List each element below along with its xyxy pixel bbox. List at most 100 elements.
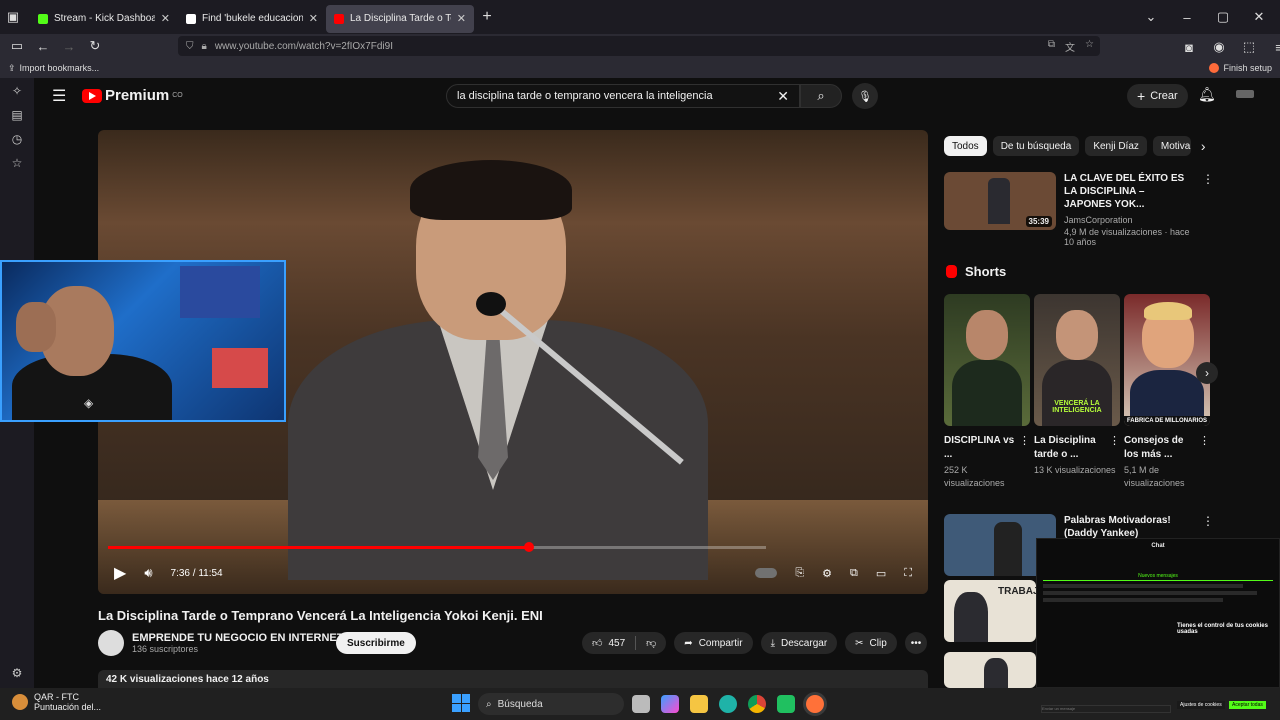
short-item[interactable]: VENCERÁ LA INTELIGENCIA La Disciplina ta… <box>1034 294 1120 477</box>
like-count: 457 <box>608 637 626 649</box>
youtube-logo[interactable]: Premium CO <box>82 87 183 104</box>
bookmarks-icon[interactable]: ☆ <box>12 156 23 170</box>
new-tab-icon[interactable]: + <box>474 4 500 30</box>
clip-button[interactable]: ✂ Clip <box>845 632 897 654</box>
hamburger-menu-icon[interactable]: ☰ <box>52 86 66 106</box>
close-tab-icon[interactable]: ✕ <box>309 12 318 25</box>
fullscreen-icon[interactable]: ⛶ <box>904 567 912 580</box>
search-input[interactable]: la disciplina tarde o temprano vencera l… <box>446 84 800 108</box>
translate-icon[interactable]: 文 <box>1065 39 1075 54</box>
channel-avatar[interactable] <box>98 630 124 656</box>
tab-overview-icon[interactable]: ▣ <box>0 4 26 30</box>
voice-search-button[interactable]: 🎙︎ <box>852 83 878 109</box>
subscribe-button[interactable]: Suscribirme <box>336 632 416 654</box>
notifications-bell-icon[interactable]: 🔔︎ <box>1198 86 1216 103</box>
edge-icon[interactable] <box>719 695 737 713</box>
theater-mode-icon[interactable]: ▭ <box>876 567 886 580</box>
more-vertical-icon[interactable]: ⋮ <box>1109 434 1120 462</box>
search-button[interactable]: ⌕ <box>800 84 842 108</box>
back-icon[interactable]: ← <box>30 33 56 59</box>
forward-icon[interactable]: → <box>56 33 82 59</box>
more-vertical-icon[interactable]: ⋮ <box>1019 434 1030 462</box>
synced-tabs-icon[interactable]: ▤ <box>11 108 22 122</box>
chip-de-tu-busqueda[interactable]: De tu búsqueda <box>992 136 1080 156</box>
account-avatar[interactable] <box>1236 90 1254 98</box>
sidebar-toggle-icon[interactable]: ▭ <box>4 33 30 59</box>
progress-bar[interactable] <box>108 542 766 552</box>
channel-name[interactable]: EMPRENDE TU NEGOCIO EN INTERNET <box>132 632 343 644</box>
reload-icon[interactable]: ↻ <box>82 33 108 59</box>
short-item[interactable]: DISCIPLINA vs ... ⋮ 252 K visualizacione… <box>944 294 1030 490</box>
tab-kick[interactable]: Stream - Kick Dashboard ✕ <box>30 5 178 33</box>
short-thumbnail[interactable] <box>944 294 1030 426</box>
screenshot-icon[interactable]: ◙ <box>1176 34 1202 60</box>
tab-youtube[interactable]: La Disciplina Tarde o Temprano ✕ <box>326 4 474 33</box>
chat-input[interactable]: Enviar un mensaje <box>1041 705 1171 713</box>
download-icon: ⤓ <box>770 637 776 649</box>
recommendation-item[interactable]: 35:39 LA CLAVE DEL ÉXITO ES LA DISCIPLIN… <box>944 172 1214 247</box>
settings-icon[interactable]: ⚙ <box>822 567 832 580</box>
close-tab-icon[interactable]: ✕ <box>457 12 466 25</box>
extensions-icon[interactable]: ⬚ <box>1236 34 1262 60</box>
miniplayer-icon[interactable]: ⧉ <box>850 567 858 580</box>
volume-icon[interactable]: 🔊︎ <box>144 565 152 581</box>
download-button[interactable]: ⤓ Descargar <box>760 632 838 654</box>
minimize-icon[interactable]: – <box>1174 4 1200 30</box>
account-icon[interactable]: ◉ <box>1206 34 1232 60</box>
streaming-app-icon[interactable] <box>777 695 795 713</box>
chevron-right-icon[interactable]: › <box>1201 138 1206 154</box>
description-box[interactable]: 42 K visualizaciones hace 12 años <box>98 670 928 688</box>
taskbar-search[interactable]: ⌕ Búsqueda <box>478 693 624 715</box>
like-button[interactable]: 👍︎ 457 👎︎ <box>582 632 667 654</box>
list-tabs-icon[interactable]: ⌄ <box>1138 4 1164 30</box>
thumbs-up-icon: 👍︎ <box>592 638 603 649</box>
cookie-accept-button[interactable]: Aceptar todas <box>1229 701 1266 709</box>
bookmark-star-icon[interactable]: ☆ <box>1085 39 1094 54</box>
chip-todos[interactable]: Todos <box>944 136 987 156</box>
finish-setup-link[interactable]: Finish setup <box>1223 63 1272 73</box>
subtitles-icon[interactable]: ⎘ <box>795 567 804 580</box>
more-vertical-icon[interactable]: ⋮ <box>1202 172 1214 247</box>
copilot-icon[interactable] <box>661 695 679 713</box>
autoplay-toggle[interactable] <box>755 568 778 578</box>
share-button[interactable]: ➦ Compartir <box>674 632 753 654</box>
video-thumbnail[interactable] <box>944 652 1036 688</box>
close-tab-icon[interactable]: ✕ <box>161 12 170 25</box>
more-actions-button[interactable]: ••• <box>904 632 928 654</box>
windows-start-icon[interactable] <box>452 694 470 712</box>
chip-motiva[interactable]: Motiva <box>1152 136 1191 156</box>
tab-tiktok[interactable]: Find 'bukele educacion' on TikT ✕ <box>178 5 326 33</box>
file-explorer-icon[interactable] <box>690 695 708 713</box>
lock-icon[interactable]: 🔒︎ <box>202 41 207 52</box>
maximize-icon[interactable]: ▢ <box>1210 4 1236 30</box>
player-controls: ▶ 🔊︎ 7:36 / 11:54 ⎘ ⚙ ⧉ ▭ ⛶ <box>98 558 928 588</box>
settings-gear-icon[interactable]: ⚙ <box>12 666 23 680</box>
short-item[interactable]: FABRICA DE MILLONARIOS Consejos de los m… <box>1124 294 1210 490</box>
video-thumbnail[interactable]: TRABAJA <box>944 580 1036 642</box>
import-bookmarks-link[interactable]: Import bookmarks... <box>20 63 100 73</box>
shield-icon[interactable]: ⛉ <box>186 41 194 52</box>
more-horizontal-icon: ••• <box>910 637 922 649</box>
chip-kenji-diaz[interactable]: Kenji Díaz <box>1085 136 1147 156</box>
short-thumbnail[interactable]: VENCERÁ LA INTELIGENCIA <box>1034 294 1120 426</box>
ai-chatbot-icon[interactable]: ✧ <box>12 84 22 98</box>
task-view-icon[interactable] <box>632 695 650 713</box>
clear-search-icon[interactable]: ✕ <box>777 88 789 105</box>
short-title: DISCIPLINA vs ... <box>944 435 1015 460</box>
picture-in-picture-icon[interactable]: ⧉ <box>1048 39 1055 54</box>
create-button[interactable]: + Crear <box>1127 84 1188 108</box>
play-icon[interactable]: ▶ <box>114 563 126 583</box>
firefox-icon[interactable] <box>806 695 824 713</box>
video-thumbnail[interactable]: 35:39 <box>944 172 1056 230</box>
url-bar[interactable]: ⛉ 🔒︎ www.youtube.com/watch?v=2fIOx7Fdi9I… <box>178 36 1100 56</box>
history-icon[interactable]: ◷ <box>12 132 22 146</box>
weather-widget[interactable]: QAR - FTC Puntuación del... <box>12 692 101 712</box>
close-window-icon[interactable]: ✕ <box>1246 4 1272 30</box>
short-thumbnail[interactable]: FABRICA DE MILLONARIOS <box>1124 294 1210 426</box>
more-vertical-icon[interactable]: ⋮ <box>1199 434 1210 462</box>
chrome-icon[interactable] <box>748 695 766 713</box>
thumbs-down-icon[interactable]: 👎︎ <box>646 637 656 649</box>
cookie-settings-button[interactable]: Ajustes de cookies <box>1177 701 1225 709</box>
menu-icon[interactable]: ≡ <box>1266 34 1280 60</box>
shorts-next-button[interactable]: › <box>1196 362 1218 384</box>
